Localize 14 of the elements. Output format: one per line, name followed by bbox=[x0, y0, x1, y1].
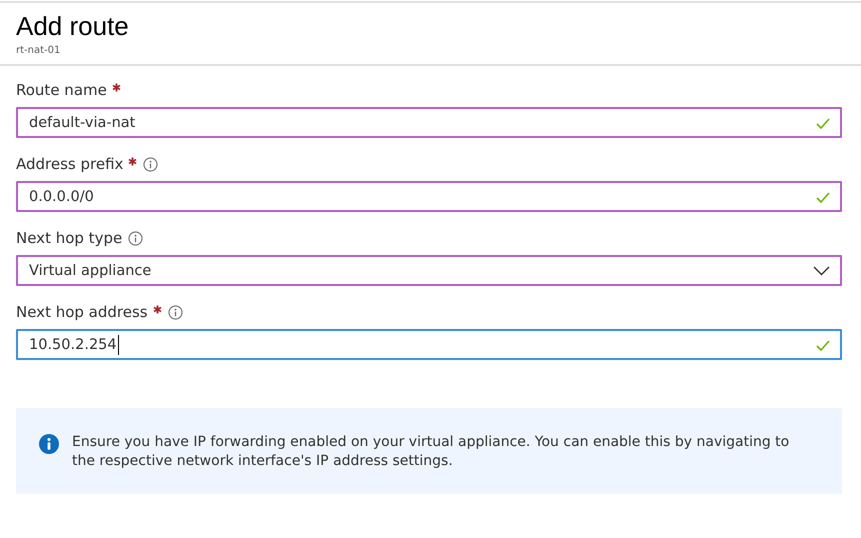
field-label: Next hop type bbox=[16, 229, 122, 247]
panel-subtitle: rt-nat-01 bbox=[16, 44, 62, 57]
input-field[interactable]: default-via-nat bbox=[16, 107, 842, 138]
dropdown[interactable]: Virtual appliance bbox=[16, 255, 842, 286]
field-label: Route name bbox=[16, 81, 107, 99]
info-message: Ensure you have IP forwarding enabled on your virtual appliance. You can enable this by navigating to the respective network interface's IP address settings. bbox=[72, 433, 790, 471]
info-icon bbox=[39, 434, 59, 454]
field-label: Address prefix bbox=[16, 155, 124, 173]
text-cursor bbox=[118, 334, 120, 354]
input-field[interactable]: 10.50.2.254 bbox=[16, 329, 842, 360]
input-field[interactable]: 0.0.0.0/0 bbox=[16, 181, 842, 212]
field-label: Next hop address bbox=[16, 303, 148, 321]
chevron-down-icon bbox=[813, 266, 830, 276]
panel-title: Add route bbox=[16, 10, 130, 43]
